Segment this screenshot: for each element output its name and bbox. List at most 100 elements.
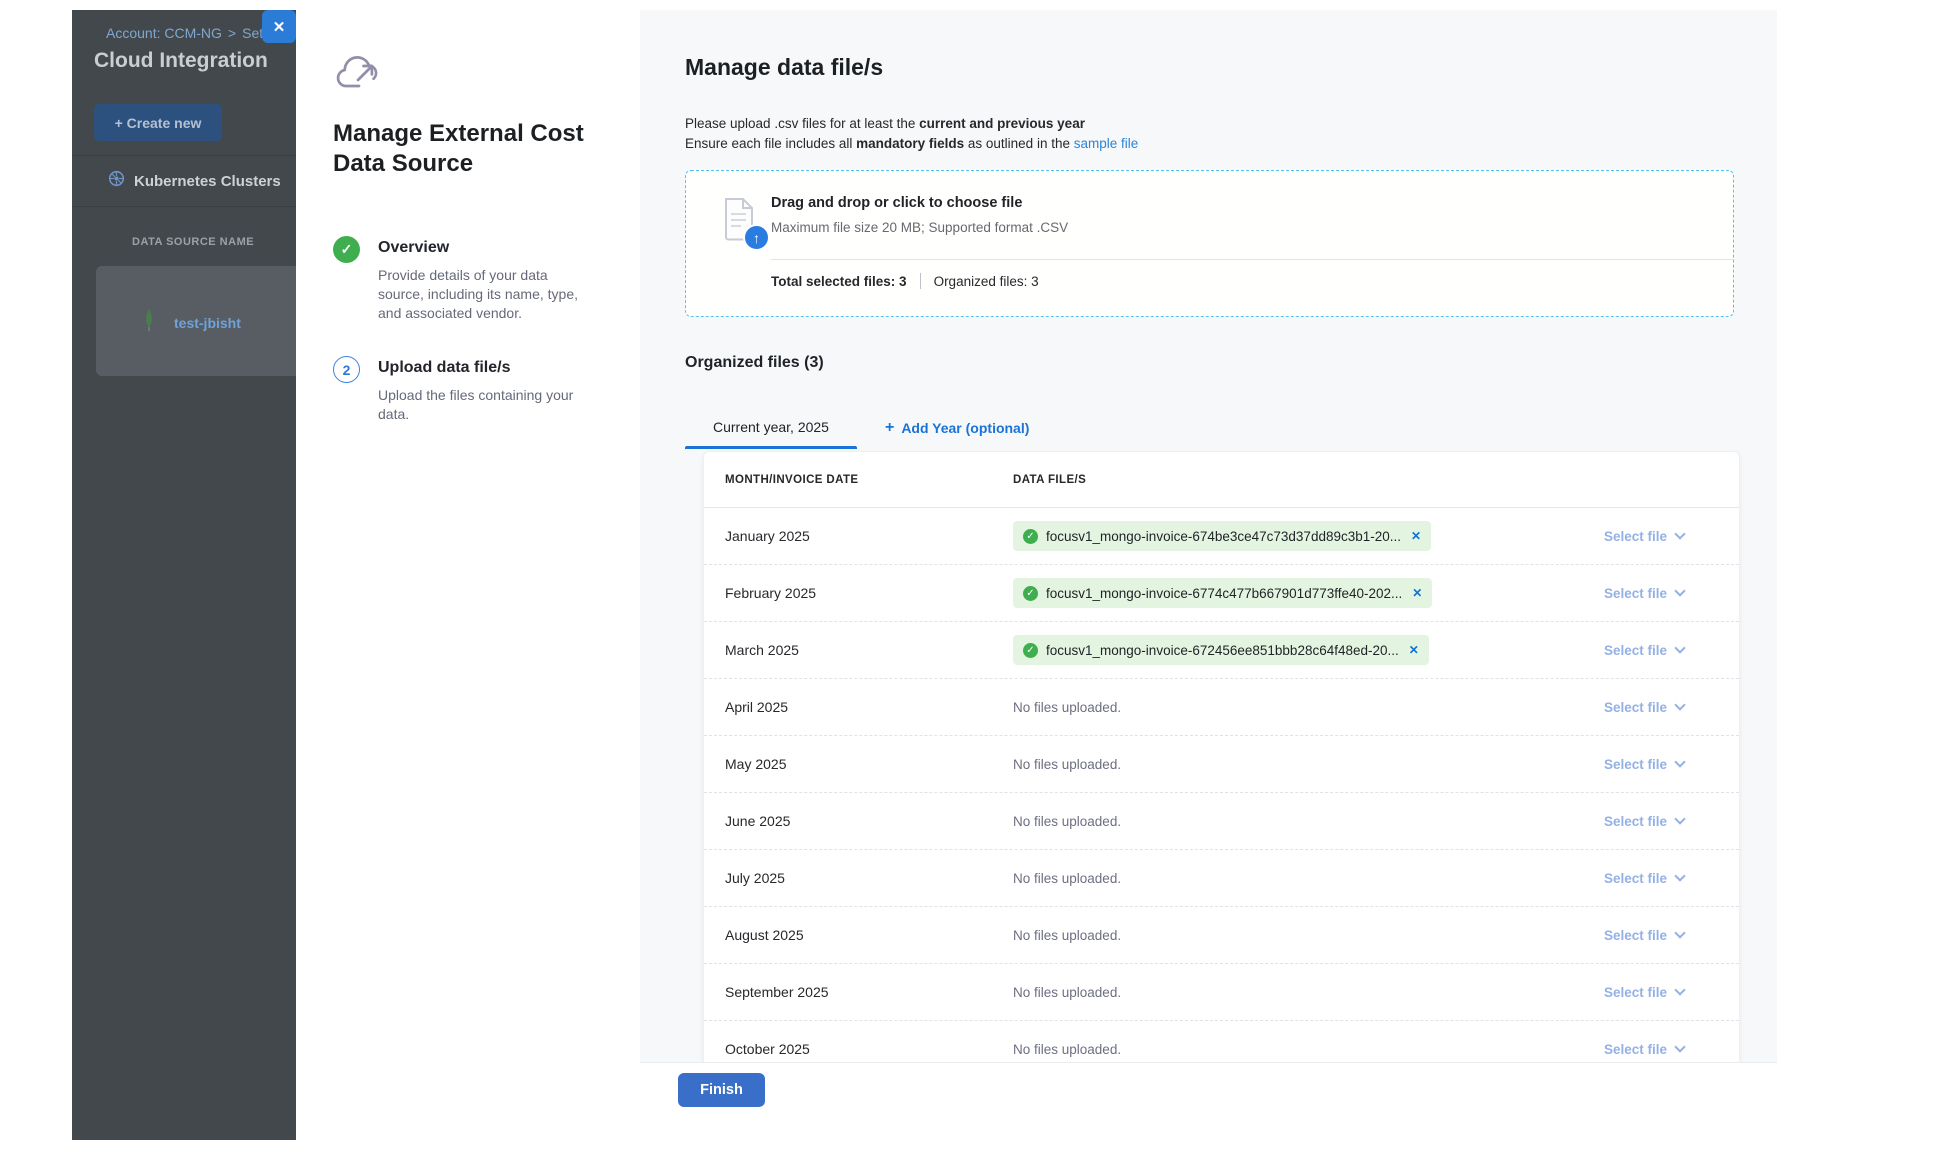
table-row: January 2025✓focusv1_mongo-invoice-674be… xyxy=(704,508,1739,565)
file-cell: ✓focusv1_mongo-invoice-6774c477b667901d7… xyxy=(1013,578,1514,608)
file-counts: Total selected files: 3 Organized files:… xyxy=(771,273,1039,289)
plus-icon: + xyxy=(885,419,894,437)
drawer-main-content: Manage data file/s Please upload .csv fi… xyxy=(640,10,1777,1063)
select-file-dropdown[interactable]: Select file xyxy=(1514,814,1684,829)
select-file-dropdown[interactable]: Select file xyxy=(1514,586,1684,601)
file-success-check-icon: ✓ xyxy=(1023,529,1038,544)
drawer-footer: Finish xyxy=(640,1063,1777,1140)
page-title: Cloud Integration xyxy=(94,49,268,73)
select-file-dropdown[interactable]: Select file xyxy=(1514,700,1684,715)
month-label: October 2025 xyxy=(725,1041,1013,1057)
chevron-down-icon xyxy=(1674,984,1685,995)
breadcrumb-account[interactable]: Account: CCM-NG xyxy=(106,25,222,41)
chevron-down-icon xyxy=(1674,528,1685,539)
file-name: focusv1_mongo-invoice-672456ee851bbb28c6… xyxy=(1046,643,1399,658)
select-file-dropdown[interactable]: Select file xyxy=(1514,643,1684,658)
select-file-dropdown[interactable]: Select file xyxy=(1514,529,1684,544)
tab-current-year-label: Current year, 2025 xyxy=(713,419,829,435)
breadcrumb-section[interactable]: Set xyxy=(242,25,263,41)
select-file-dropdown[interactable]: Select file xyxy=(1514,985,1684,1000)
step-complete-check-icon: ✓ xyxy=(333,236,360,263)
no-files-text: No files uploaded. xyxy=(1013,871,1121,886)
upload-instructions: Please upload .csv files for at least th… xyxy=(685,114,1777,154)
file-cell: No files uploaded. xyxy=(1013,1042,1514,1057)
tab-kubernetes-clusters[interactable]: Kubernetes Clusters xyxy=(108,170,281,192)
chevron-down-icon xyxy=(1674,585,1685,596)
remove-file-icon[interactable]: ✕ xyxy=(1409,643,1419,657)
sample-file-link[interactable]: sample file xyxy=(1074,136,1139,151)
finish-button[interactable]: Finish xyxy=(678,1073,765,1107)
uploaded-file-chip: ✓ focusv1_mongo-invoice-674be3ce47c73d37d… xyxy=(1013,521,1431,551)
instruction-text: Please upload .csv files for at least th… xyxy=(685,116,919,131)
column-header-data-source-name: DATA SOURCE NAME xyxy=(132,236,254,248)
table-row: February 2025✓focusv1_mongo-invoice-6774… xyxy=(704,565,1739,622)
tab-current-year[interactable]: Current year, 2025 xyxy=(685,404,857,449)
file-cell: No files uploaded. xyxy=(1013,814,1514,829)
chevron-down-icon xyxy=(1674,699,1685,710)
remove-file-icon[interactable]: ✕ xyxy=(1412,586,1422,600)
month-label: August 2025 xyxy=(725,927,1013,943)
close-icon[interactable]: ✕ xyxy=(262,10,296,43)
upload-arrow-icon: ↑ xyxy=(743,224,770,251)
breadcrumb[interactable]: Account: CCM-NG > Set xyxy=(106,25,284,41)
dimmed-background-page: Account: CCM-NG > Set Cloud Integration + … xyxy=(72,10,296,1140)
select-file-dropdown[interactable]: Select file xyxy=(1514,871,1684,886)
column-header-month: MONTH/INVOICE DATE xyxy=(725,474,1013,486)
create-new-button[interactable]: + Create new xyxy=(94,104,222,141)
wizard-step-overview[interactable]: ✓ Overview Provide details of your data … xyxy=(333,236,578,323)
chevron-down-icon xyxy=(1674,813,1685,824)
tab-kubernetes-label: Kubernetes Clusters xyxy=(134,173,281,190)
step-text: Overview Provide details of your data so… xyxy=(378,236,578,323)
table-row[interactable]: test-jbisht xyxy=(142,308,241,337)
breadcrumb-separator-icon: > xyxy=(228,25,236,41)
divider xyxy=(72,206,296,207)
add-year-label: Add Year (optional) xyxy=(901,420,1029,436)
file-success-check-icon: ✓ xyxy=(1023,643,1038,658)
file-name: focusv1_mongo-invoice-6774c477b667901d77… xyxy=(1046,586,1402,601)
drawer-left-panel: Manage External Cost Data Source ✓ Overv… xyxy=(296,10,640,1140)
month-label: September 2025 xyxy=(725,984,1013,1000)
no-files-text: No files uploaded. xyxy=(1013,985,1121,1000)
chevron-down-icon xyxy=(1674,642,1685,653)
year-tabs: Current year, 2025 + Add Year (optional) xyxy=(685,404,1777,449)
select-file-label: Select file xyxy=(1604,700,1667,715)
select-file-dropdown[interactable]: Select file xyxy=(1514,928,1684,943)
remove-file-icon[interactable]: ✕ xyxy=(1411,529,1421,543)
instruction-text: Ensure each file includes all xyxy=(685,136,856,151)
step-number-badge: 2 xyxy=(333,356,360,383)
no-files-text: No files uploaded. xyxy=(1013,700,1121,715)
select-file-label: Select file xyxy=(1604,985,1667,1000)
select-file-dropdown[interactable]: Select file xyxy=(1514,757,1684,772)
organized-files-count: Organized files: 3 xyxy=(934,274,1039,289)
table-row: August 2025No files uploaded.Select file xyxy=(704,907,1739,964)
step-title: Overview xyxy=(378,236,578,257)
select-file-dropdown[interactable]: Select file xyxy=(1514,1042,1684,1057)
month-label: March 2025 xyxy=(725,642,1013,658)
table-row: June 2025No files uploaded. Select file xyxy=(704,793,1739,850)
month-label: June 2025 xyxy=(725,813,1013,829)
section-title: Manage data file/s xyxy=(685,54,1777,81)
dropzone-title: Drag and drop or click to choose file xyxy=(771,195,1022,211)
no-files-text: No files uploaded. xyxy=(1013,1042,1121,1057)
file-name: focusv1_mongo-invoice-674be3ce47c73d37dd… xyxy=(1046,529,1401,544)
select-file-label: Select file xyxy=(1604,643,1667,658)
datasource-name-link[interactable]: test-jbisht xyxy=(174,315,241,331)
table-row: October 2025No files uploaded. Select fil… xyxy=(704,1021,1739,1063)
instruction-bold: current and previous year xyxy=(919,116,1085,131)
file-cell: ✓ focusv1_mongo-invoice-674be3ce47c73d37d… xyxy=(1013,521,1514,551)
dropzone-subtitle: Maximum file size 20 MB; Supported forma… xyxy=(771,220,1068,235)
table-row: May 2025No files uploaded.Select file xyxy=(704,736,1739,793)
drawer-title: Manage External Cost Data Source xyxy=(333,119,588,179)
month-label: February 2025 xyxy=(725,585,1013,601)
file-dropzone[interactable]: ↑ Drag and drop or click to choose file … xyxy=(685,170,1734,317)
file-cell: No files uploaded. xyxy=(1013,928,1514,943)
month-rows: January 2025✓focusv1_mongo-invoice-674be… xyxy=(704,508,1739,1063)
active-tab-underline xyxy=(685,446,857,449)
column-header-data-files: DATA FILE/S xyxy=(1013,474,1086,486)
select-file-label: Select file xyxy=(1604,586,1667,601)
no-files-text: No files uploaded. xyxy=(1013,814,1121,829)
select-file-label: Select file xyxy=(1604,871,1667,886)
add-year-button[interactable]: + Add Year (optional) xyxy=(885,419,1029,449)
total-selected-files: Total selected files: 3 xyxy=(771,274,907,289)
wizard-step-upload[interactable]: 2 Upload data file/s Upload the files co… xyxy=(333,356,578,424)
